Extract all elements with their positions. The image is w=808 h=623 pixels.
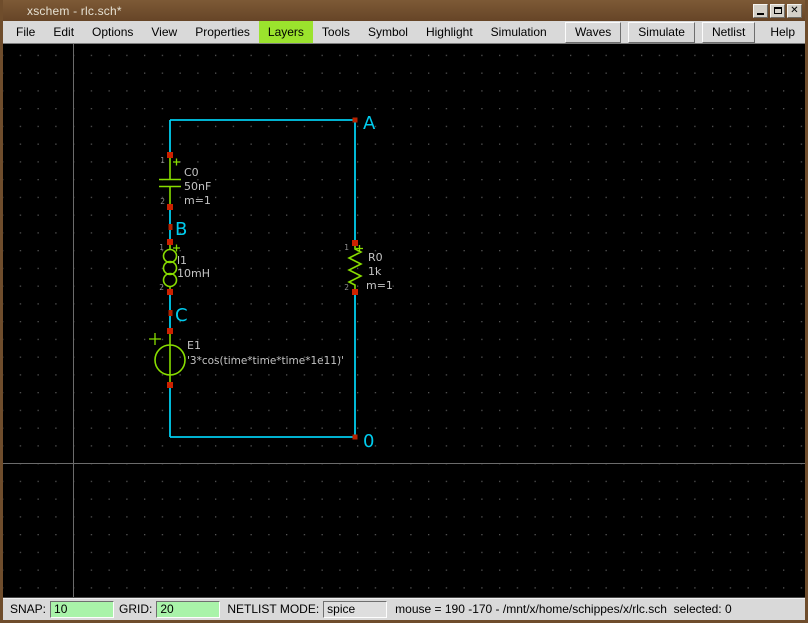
simulate-button[interactable]: Simulate [628,22,695,43]
menu-properties[interactable]: Properties [186,21,259,43]
minimize-icon [757,13,764,15]
capacitor-name: C0 [184,166,199,179]
grid-dots [3,44,805,597]
schematic-canvas[interactable]: 1 2 C0 50nF m=1 1 2 l1 10mH [3,44,805,597]
grid-input[interactable] [156,601,220,618]
statusbar: SNAP: GRID: NETLIST MODE: mouse = 190 -1… [3,597,805,620]
source-value: '3*cos(time*time*time*1e11)' [187,355,344,367]
netlist-mode-input[interactable] [323,601,387,618]
netlist-button[interactable]: Netlist [702,22,755,43]
resistor-value: 1k [368,265,382,278]
snap-input[interactable] [50,601,114,618]
mouse-status-text: mouse = 190 -170 - /mnt/x/home/schippes/… [395,602,732,616]
source-name: E1 [187,339,201,352]
menu-highlight[interactable]: Highlight [417,21,482,43]
close-button[interactable]: ✕ [787,4,802,18]
menubar: File Edit Options View Properties Layers… [3,21,805,44]
window-title: xschem - rlc.sch* [27,4,751,18]
menu-layers[interactable]: Layers [259,21,313,43]
net-label-gnd[interactable]: 0 [363,431,374,452]
net-label-b[interactable]: B [175,219,187,240]
menu-file[interactable]: File [7,21,44,43]
menu-edit[interactable]: Edit [44,21,83,43]
capacitor-mult: m=1 [184,194,211,207]
menu-simulation[interactable]: Simulation [482,21,556,43]
capacitor-pin1: 1 [160,156,165,165]
net-label-c[interactable]: C [175,305,188,326]
menu-options[interactable]: Options [83,21,142,43]
netlist-mode-label: NETLIST MODE: [227,602,319,616]
grid-label: GRID: [119,602,152,616]
net-label-a[interactable]: A [363,113,376,134]
titlebar[interactable]: xschem - rlc.sch* ✕ [0,0,808,21]
snap-label: SNAP: [10,602,46,616]
capacitor-pin2: 2 [160,197,165,206]
minimize-button[interactable] [753,4,768,18]
close-icon: ✕ [790,6,798,16]
resistor-pin2: 2 [344,283,349,292]
inductor-value: 10mH [177,267,210,280]
waves-button[interactable]: Waves [565,22,621,43]
menu-tools[interactable]: Tools [313,21,359,43]
menu-symbol[interactable]: Symbol [359,21,417,43]
xschem-window: xschem - rlc.sch* ✕ File Edit Options Vi… [0,0,808,623]
menu-view[interactable]: View [142,21,186,43]
inductor-pin2: 2 [159,283,164,292]
resistor-pin1: 1 [344,243,349,252]
menu-action-buttons: Waves Simulate Netlist Help [565,21,805,43]
menu-help[interactable]: Help [762,23,803,42]
resistor-name: R0 [368,251,383,264]
maximize-icon [774,7,782,14]
inductor-pin1: 1 [159,243,164,252]
inductor-name: l1 [177,254,187,267]
capacitor-value: 50nF [184,180,211,193]
maximize-button[interactable] [770,4,785,18]
resistor-mult: m=1 [366,279,393,292]
